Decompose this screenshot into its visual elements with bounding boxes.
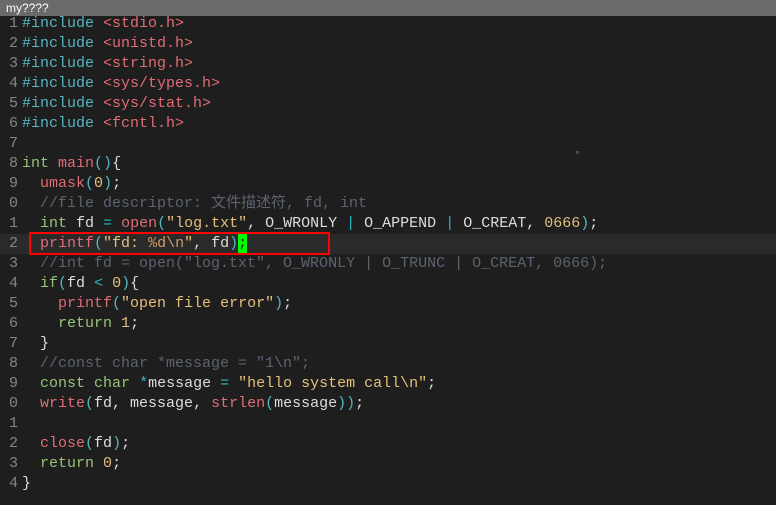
line-number: 0 [0, 194, 20, 214]
code-line[interactable]: printf("fd: %d\n", fd); [22, 234, 607, 254]
code-line[interactable]: int main(){ [22, 154, 607, 174]
line-number: 8 [0, 154, 20, 174]
text-cursor: ; [238, 234, 247, 254]
line-number: 7 [0, 334, 20, 354]
line-number: 2 [0, 434, 20, 454]
unknown-glyph-icon: ▫ [575, 149, 580, 158]
code-line[interactable]: #include <unistd.h> [22, 34, 607, 54]
line-number: 5 [0, 94, 20, 114]
code-line[interactable]: if(fd < 0){ [22, 274, 607, 294]
line-number-gutter: 123456789012345678901234 [0, 14, 20, 494]
code-line[interactable]: int fd = open("log.txt", O_WRONLY | O_AP… [22, 214, 607, 234]
line-number: 6 [0, 114, 20, 134]
code-line[interactable]: //file descriptor: 文件描述符, fd, int [22, 194, 607, 214]
code-line[interactable] [22, 134, 607, 154]
code-line[interactable]: write(fd, message, strlen(message)); [22, 394, 607, 414]
line-number: 3 [0, 54, 20, 74]
code-line[interactable]: //int fd = open("log.txt", O_WRONLY | O_… [22, 254, 607, 274]
code-line[interactable]: #include <stdio.h> [22, 14, 607, 34]
code-line[interactable]: #include <sys/types.h> [22, 74, 607, 94]
line-number: 4 [0, 474, 20, 494]
line-number: 2 [0, 34, 20, 54]
line-number: 0 [0, 394, 20, 414]
code-line[interactable]: } [22, 474, 607, 494]
code-line[interactable]: #include <fcntl.h> [22, 114, 607, 134]
code-line[interactable] [22, 414, 607, 434]
code-line[interactable]: } [22, 334, 607, 354]
code-area[interactable]: #include <stdio.h>#include <unistd.h>#in… [22, 14, 607, 494]
line-number: 3 [0, 454, 20, 474]
code-editor[interactable]: my???? 123456789012345678901234 #include… [0, 0, 776, 505]
line-number: 6 [0, 314, 20, 334]
code-line[interactable]: return 0; [22, 454, 607, 474]
line-number: 5 [0, 294, 20, 314]
line-number: 8 [0, 354, 20, 374]
line-number: 2 [0, 234, 20, 254]
line-number: 3 [0, 254, 20, 274]
line-number: 9 [0, 374, 20, 394]
code-line[interactable]: #include <sys/stat.h> [22, 94, 607, 114]
code-line[interactable]: close(fd); [22, 434, 607, 454]
line-number: 1 [0, 414, 20, 434]
line-number: 1 [0, 214, 20, 234]
line-number: 1 [0, 14, 20, 34]
code-line[interactable]: //const char *message = "1\n"; [22, 354, 607, 374]
line-number: 7 [0, 134, 20, 154]
line-number: 4 [0, 74, 20, 94]
line-number: 4 [0, 274, 20, 294]
code-line[interactable]: #include <string.h> [22, 54, 607, 74]
code-line[interactable]: return 1; [22, 314, 607, 334]
code-line[interactable]: const char *message = "hello system call… [22, 374, 607, 394]
line-number: 9 [0, 174, 20, 194]
code-line[interactable]: umask(0); [22, 174, 607, 194]
code-line[interactable]: printf("open file error"); [22, 294, 607, 314]
